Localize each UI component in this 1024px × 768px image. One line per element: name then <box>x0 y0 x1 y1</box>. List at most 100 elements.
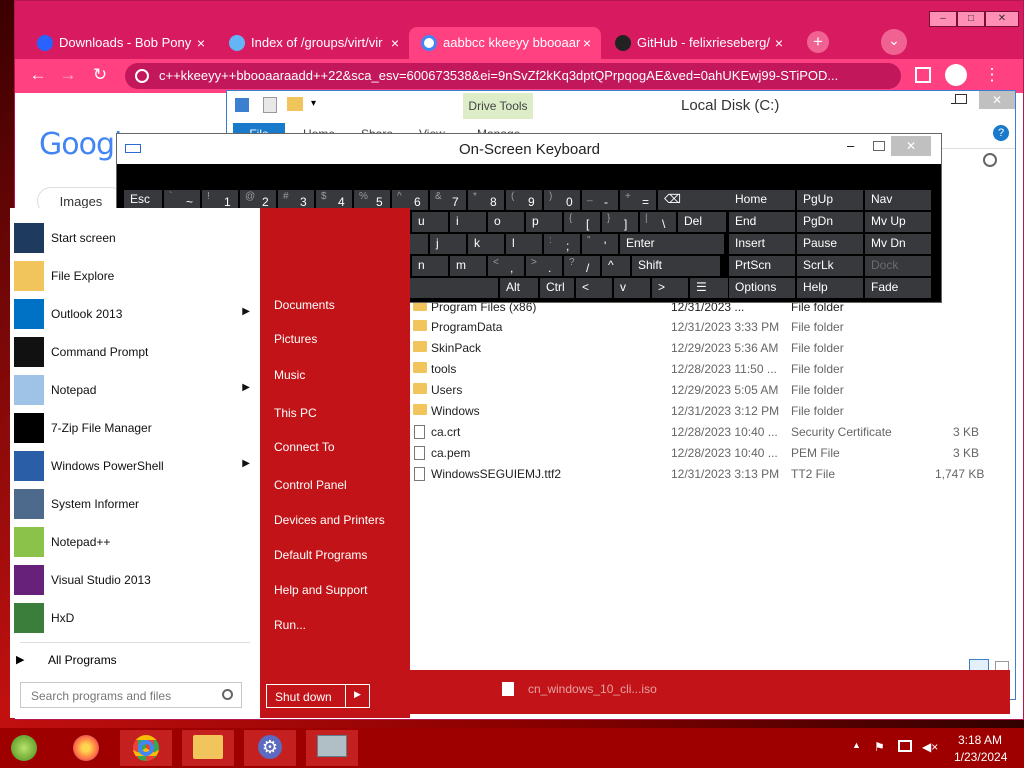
start-menu-place-6[interactable]: Devices and Printers <box>274 513 385 527</box>
start-menu-item[interactable]: Visual Studio 2013 <box>10 562 260 600</box>
forward-icon[interactable]: → <box>57 65 79 85</box>
side-panel-icon[interactable] <box>915 67 931 83</box>
start-menu-item[interactable]: Command Prompt <box>10 334 260 372</box>
maximize-button[interactable]: □ <box>957 11 985 27</box>
keyboard-key[interactable]: ) 0 <box>544 190 580 210</box>
back-icon[interactable]: ← <box>27 65 49 85</box>
nav-key-end[interactable]: End <box>729 212 795 232</box>
close-icon[interactable]: × <box>775 35 783 51</box>
backspace-key[interactable]: ⌫ <box>658 190 730 210</box>
clock-time[interactable]: 3:18 AM <box>958 733 1002 747</box>
keyboard-key[interactable]: {[ <box>564 212 600 232</box>
nav-key-help[interactable]: Help <box>797 278 863 298</box>
delete-key[interactable]: Del <box>678 212 726 232</box>
keyboard-key[interactable]: k <box>468 234 504 254</box>
new-folder-icon[interactable] <box>287 97 303 111</box>
search-input[interactable]: Search programs and files <box>20 682 242 708</box>
chrome-icon[interactable] <box>120 730 172 766</box>
keyboard-key[interactable]: | \ <box>640 212 676 232</box>
keyboard-key[interactable]: :; <box>544 234 580 254</box>
clock-date[interactable]: 1/23/2024 <box>954 750 1007 764</box>
start-menu-item[interactable]: File Explore <box>10 258 260 296</box>
close-button[interactable]: ✕ <box>979 91 1015 109</box>
keyboard-key[interactable]: _ - <box>582 190 618 210</box>
start-menu-place-4[interactable]: Connect To <box>274 440 335 454</box>
tab-search-button[interactable]: ⌄ <box>881 29 907 55</box>
arrow-right-key[interactable]: > <box>652 278 688 298</box>
nav-key-pause[interactable]: Pause <box>797 234 863 254</box>
menu-icon[interactable]: ⋮ <box>981 65 1003 85</box>
submenu-arrow-icon[interactable]: ▶ <box>242 382 250 393</box>
close-button[interactable]: ✕ <box>891 136 931 156</box>
volume-icon[interactable]: ◀× <box>922 740 938 754</box>
minimize-button[interactable]: – <box>847 138 854 153</box>
keyboard-key[interactable]: j <box>430 234 466 254</box>
table-row[interactable]: Windows 12/31/2023 3:12 PM File folder <box>413 401 973 422</box>
nav-key-nav[interactable]: Nav <box>865 190 931 210</box>
nav-key-mv-up[interactable]: Mv Up <box>865 212 931 232</box>
network-icon[interactable] <box>898 740 912 752</box>
keyboard-key[interactable]: o <box>488 212 524 232</box>
keyboard-key[interactable]: ? / <box>564 256 600 276</box>
keyboard-key[interactable]: #3 <box>278 190 314 210</box>
table-row[interactable]: WindowsSEGUIEMJ.ttf2 12/31/2023 3:13 PM … <box>413 464 984 485</box>
keyboard-key[interactable]: & 7 <box>430 190 466 210</box>
close-icon[interactable]: × <box>391 35 399 51</box>
start-menu-place-5[interactable]: Control Panel <box>274 478 347 492</box>
start-menu-item[interactable]: 7-Zip File Manager <box>10 410 260 448</box>
submenu-arrow-icon[interactable]: ▶ <box>242 458 250 469</box>
menu-key[interactable]: ☰ <box>690 278 728 298</box>
keyboard-key[interactable]: p <box>526 212 562 232</box>
tab-github[interactable]: GitHub - felixrieseberg/ × <box>603 27 793 59</box>
chevron-down-icon[interactable]: ▾ <box>311 98 316 109</box>
tab-index[interactable]: Index of /groups/virt/vir × <box>217 27 409 59</box>
show-hidden-icons-icon[interactable]: ▲ <box>852 740 861 750</box>
site-info-icon[interactable] <box>135 69 149 83</box>
file-explorer-icon[interactable] <box>182 730 234 766</box>
nav-key-home[interactable]: Home <box>729 190 795 210</box>
keyboard-key[interactable]: ! 1 <box>202 190 238 210</box>
start-menu-item[interactable]: Start screen <box>10 220 260 258</box>
firefox-icon[interactable] <box>60 730 112 766</box>
start-menu-place-9[interactable]: Run... <box>274 618 306 632</box>
start-menu-item[interactable]: Windows PowerShell ▶ <box>10 448 260 486</box>
maximize-button[interactable] <box>955 94 967 104</box>
keyboard-key[interactable]: @2 <box>240 190 276 210</box>
properties-icon[interactable] <box>263 97 277 113</box>
keyboard-key[interactable]: i <box>450 212 486 232</box>
table-row[interactable]: ca.pem 12/28/2023 10:40 ... PEM File 3 K… <box>413 443 979 464</box>
alt-key[interactable]: Alt <box>500 278 538 298</box>
keyboard-key[interactable]: l <box>506 234 542 254</box>
start-menu-place-1[interactable]: Pictures <box>274 332 317 346</box>
nav-key-options[interactable]: Options <box>729 278 795 298</box>
start-menu-item[interactable]: Notepad ▶ <box>10 372 260 410</box>
nav-key-insert[interactable]: Insert <box>729 234 795 254</box>
tab-google-search[interactable]: aabbcc kkeeyy bbooaar × <box>409 27 601 59</box>
keyboard-key[interactable]: <, <box>488 256 524 276</box>
nav-key-fade[interactable]: Fade <box>865 278 931 298</box>
shutdown-options-icon[interactable]: ▶ <box>345 685 369 707</box>
address-bar[interactable]: c++kkeeyy++bbooaaraadd++22&sca_esv=60067… <box>125 63 901 89</box>
enter-key[interactable]: Enter <box>620 234 724 254</box>
keyboard-key[interactable]: ` ~ <box>164 190 200 210</box>
escape-key[interactable]: Esc <box>124 190 162 210</box>
arrow-left-key[interactable]: < <box>576 278 612 298</box>
keyboard-key[interactable]: u <box>412 212 448 232</box>
keyboard-key[interactable]: % 5 <box>354 190 390 210</box>
keyboard-key[interactable]: ^ 6 <box>392 190 428 210</box>
nav-key-dock[interactable]: Dock <box>865 256 931 276</box>
ctrl-key[interactable]: Ctrl <box>540 278 574 298</box>
reload-icon[interactable]: ↻ <box>89 65 111 85</box>
keyboard-key[interactable]: " ' <box>582 234 618 254</box>
start-menu-item[interactable]: HxD <box>10 600 260 638</box>
minimize-button[interactable]: – <box>929 11 957 27</box>
nav-key-pgup[interactable]: PgUp <box>797 190 863 210</box>
flag-icon[interactable]: ⚑ <box>874 740 885 754</box>
start-menu-place-2[interactable]: Music <box>274 368 305 382</box>
search-icon[interactable] <box>222 689 233 700</box>
all-programs-button[interactable]: ▶ All Programs <box>10 650 260 672</box>
profile-icon[interactable] <box>945 64 967 86</box>
start-orb-icon[interactable] <box>0 730 48 766</box>
settings-icon[interactable]: ⚙ <box>244 730 296 766</box>
help-icon[interactable]: ? <box>993 125 1009 141</box>
